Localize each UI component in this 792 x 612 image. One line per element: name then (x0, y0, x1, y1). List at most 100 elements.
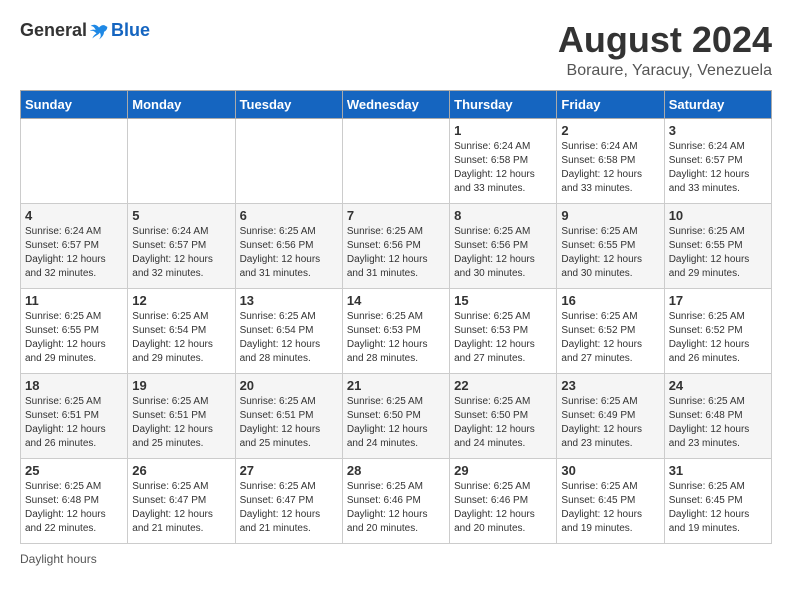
calendar-cell: 16 Sunrise: 6:25 AM Sunset: 6:52 PM Dayli… (557, 288, 664, 373)
calendar-day-header: Friday (557, 90, 664, 118)
day-info: Sunrise: 6:25 AM Sunset: 6:52 PM Dayligh… (561, 310, 659, 366)
day-number: 6 (240, 208, 338, 223)
calendar-week-row: 18 Sunrise: 6:25 AM Sunset: 6:51 PM Dayli… (21, 373, 772, 458)
day-info: Sunrise: 6:25 AM Sunset: 6:45 PM Dayligh… (669, 480, 767, 536)
day-info: Sunrise: 6:25 AM Sunset: 6:48 PM Dayligh… (669, 395, 767, 451)
calendar-cell: 20 Sunrise: 6:25 AM Sunset: 6:51 PM Dayli… (235, 373, 342, 458)
calendar-day-header: Wednesday (342, 90, 449, 118)
title-block: August 2024 Boraure, Yaracuy, Venezuela (558, 20, 772, 80)
day-number: 12 (132, 293, 230, 308)
day-info: Sunrise: 6:25 AM Sunset: 6:50 PM Dayligh… (454, 395, 552, 451)
day-info: Sunrise: 6:25 AM Sunset: 6:56 PM Dayligh… (454, 225, 552, 281)
calendar-cell (235, 118, 342, 203)
calendar-cell: 1 Sunrise: 6:24 AM Sunset: 6:58 PM Daylig… (450, 118, 557, 203)
day-number: 21 (347, 378, 445, 393)
logo-bird-icon (89, 21, 109, 41)
day-number: 18 (25, 378, 123, 393)
calendar-cell: 4Sunrise: 6:24 AM Sunset: 6:57 PM Daylig… (21, 203, 128, 288)
calendar-table: SundayMondayTuesdayWednesdayThursdayFrid… (20, 90, 772, 544)
day-number: 27 (240, 463, 338, 478)
calendar-cell (128, 118, 235, 203)
day-number: 1 (454, 123, 552, 138)
day-number: 30 (561, 463, 659, 478)
calendar-week-row: 1 Sunrise: 6:24 AM Sunset: 6:58 PM Daylig… (21, 118, 772, 203)
day-number: 11 (25, 293, 123, 308)
day-number: 16 (561, 293, 659, 308)
day-number: 14 (347, 293, 445, 308)
day-number: 7 (347, 208, 445, 223)
calendar-cell: 13 Sunrise: 6:25 AM Sunset: 6:54 PM Dayli… (235, 288, 342, 373)
logo: General Blue (20, 20, 150, 41)
day-number: 2 (561, 123, 659, 138)
calendar-cell: 3 Sunrise: 6:24 AM Sunset: 6:57 PM Daylig… (664, 118, 771, 203)
calendar-cell: 24 Sunrise: 6:25 AM Sunset: 6:48 PM Dayli… (664, 373, 771, 458)
day-number: 13 (240, 293, 338, 308)
calendar-cell: 12 Sunrise: 6:25 AM Sunset: 6:54 PM Dayli… (128, 288, 235, 373)
calendar-cell: 5 Sunrise: 6:24 AM Sunset: 6:57 PM Daylig… (128, 203, 235, 288)
calendar-cell: 22 Sunrise: 6:25 AM Sunset: 6:50 PM Dayli… (450, 373, 557, 458)
day-number: 20 (240, 378, 338, 393)
day-number: 26 (132, 463, 230, 478)
footer-note: Daylight hours (20, 552, 772, 566)
day-number: 4 (25, 208, 123, 223)
calendar-cell: 26 Sunrise: 6:25 AM Sunset: 6:47 PM Dayli… (128, 458, 235, 543)
day-info: Sunrise: 6:25 AM Sunset: 6:45 PM Dayligh… (561, 480, 659, 536)
calendar-cell: 10 Sunrise: 6:25 AM Sunset: 6:55 PM Dayli… (664, 203, 771, 288)
calendar-header-row: SundayMondayTuesdayWednesdayThursdayFrid… (21, 90, 772, 118)
day-number: 10 (669, 208, 767, 223)
day-number: 23 (561, 378, 659, 393)
day-number: 31 (669, 463, 767, 478)
day-info: Sunrise: 6:25 AM Sunset: 6:54 PM Dayligh… (132, 310, 230, 366)
day-info: Sunrise: 6:25 AM Sunset: 6:53 PM Dayligh… (454, 310, 552, 366)
calendar-cell: 21 Sunrise: 6:25 AM Sunset: 6:50 PM Dayli… (342, 373, 449, 458)
logo-general-text: General (20, 20, 87, 41)
day-number: 25 (25, 463, 123, 478)
calendar-cell (21, 118, 128, 203)
day-info: Sunrise: 6:25 AM Sunset: 6:46 PM Dayligh… (347, 480, 445, 536)
calendar-cell: 11Sunrise: 6:25 AM Sunset: 6:55 PM Dayli… (21, 288, 128, 373)
calendar-cell: 18Sunrise: 6:25 AM Sunset: 6:51 PM Dayli… (21, 373, 128, 458)
calendar-cell: 28Sunrise: 6:25 AM Sunset: 6:46 PM Dayli… (342, 458, 449, 543)
day-info: Sunrise: 6:25 AM Sunset: 6:55 PM Dayligh… (669, 225, 767, 281)
day-number: 9 (561, 208, 659, 223)
day-info: Sunrise: 6:25 AM Sunset: 6:49 PM Dayligh… (561, 395, 659, 451)
calendar-cell: 7Sunrise: 6:25 AM Sunset: 6:56 PM Daylig… (342, 203, 449, 288)
day-info: Sunrise: 6:25 AM Sunset: 6:56 PM Dayligh… (240, 225, 338, 281)
day-number: 24 (669, 378, 767, 393)
day-info: Sunrise: 6:25 AM Sunset: 6:47 PM Dayligh… (240, 480, 338, 536)
calendar-cell: 2 Sunrise: 6:24 AM Sunset: 6:58 PM Daylig… (557, 118, 664, 203)
day-info: Sunrise: 6:25 AM Sunset: 6:51 PM Dayligh… (240, 395, 338, 451)
day-number: 8 (454, 208, 552, 223)
day-info: Sunrise: 6:25 AM Sunset: 6:50 PM Dayligh… (347, 395, 445, 451)
day-info: Sunrise: 6:25 AM Sunset: 6:51 PM Dayligh… (132, 395, 230, 451)
day-number: 5 (132, 208, 230, 223)
day-info: Sunrise: 6:24 AM Sunset: 6:57 PM Dayligh… (132, 225, 230, 281)
day-info: Sunrise: 6:25 AM Sunset: 6:46 PM Dayligh… (454, 480, 552, 536)
calendar-cell: 6 Sunrise: 6:25 AM Sunset: 6:56 PM Daylig… (235, 203, 342, 288)
calendar-cell: 17Sunrise: 6:25 AM Sunset: 6:52 PM Dayli… (664, 288, 771, 373)
calendar-cell: 25Sunrise: 6:25 AM Sunset: 6:48 PM Dayli… (21, 458, 128, 543)
day-info: Sunrise: 6:24 AM Sunset: 6:58 PM Dayligh… (454, 140, 552, 196)
month-year-title: August 2024 (558, 20, 772, 60)
day-number: 3 (669, 123, 767, 138)
day-info: Sunrise: 6:24 AM Sunset: 6:57 PM Dayligh… (669, 140, 767, 196)
calendar-cell: 31 Sunrise: 6:25 AM Sunset: 6:45 PM Dayli… (664, 458, 771, 543)
calendar-cell: 29Sunrise: 6:25 AM Sunset: 6:46 PM Dayli… (450, 458, 557, 543)
calendar-cell: 9Sunrise: 6:25 AM Sunset: 6:55 PM Daylig… (557, 203, 664, 288)
logo-blue-text: Blue (111, 20, 150, 41)
day-number: 22 (454, 378, 552, 393)
location-subtitle: Boraure, Yaracuy, Venezuela (558, 62, 772, 80)
day-info: Sunrise: 6:24 AM Sunset: 6:58 PM Dayligh… (561, 140, 659, 196)
calendar-cell (342, 118, 449, 203)
page-header: General Blue August 2024 Boraure, Yaracu… (20, 20, 772, 80)
calendar-day-header: Saturday (664, 90, 771, 118)
calendar-week-row: 4 Sunrise: 6:24 AM Sunset: 6:57 PM Daylig… (21, 203, 772, 288)
calendar-cell: 8 Sunrise: 6:25 AM Sunset: 6:56 PM Daylig… (450, 203, 557, 288)
day-info: Sunrise: 6:25 AM Sunset: 6:52 PM Dayligh… (669, 310, 767, 366)
day-info: Sunrise: 6:25 AM Sunset: 6:54 PM Dayligh… (240, 310, 338, 366)
calendar-day-header: Thursday (450, 90, 557, 118)
calendar-day-header: Sunday (21, 90, 128, 118)
calendar-week-row: 11Sunrise: 6:25 AM Sunset: 6:55 PM Dayli… (21, 288, 772, 373)
calendar-cell: 19Sunrise: 6:25 AM Sunset: 6:51 PM Dayli… (128, 373, 235, 458)
day-info: Sunrise: 6:25 AM Sunset: 6:47 PM Dayligh… (132, 480, 230, 536)
